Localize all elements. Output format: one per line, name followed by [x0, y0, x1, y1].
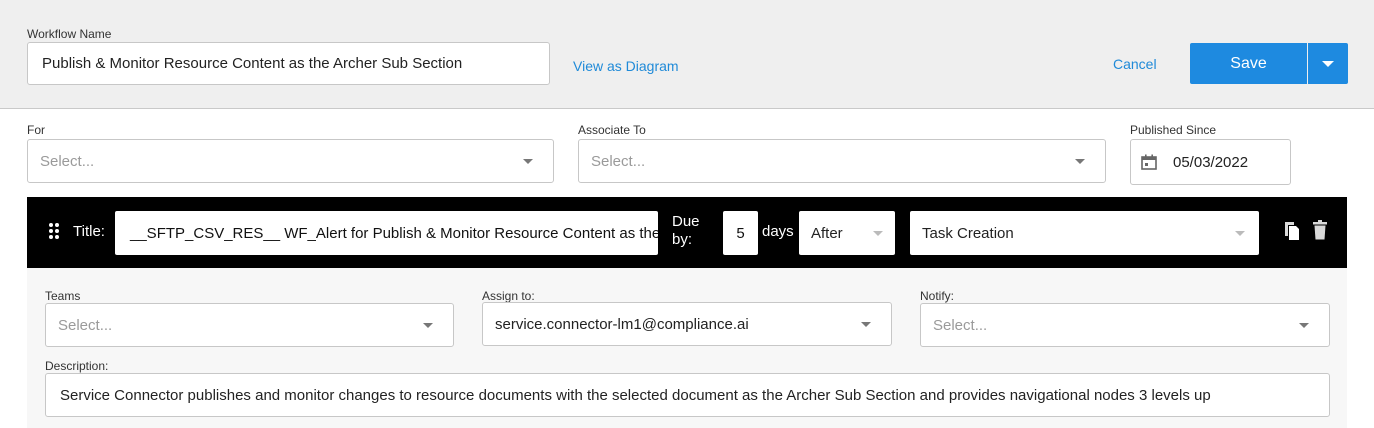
save-options-dropdown-button[interactable] — [1308, 43, 1348, 84]
published-since-date-input[interactable]: 05/03/2022 — [1130, 139, 1291, 185]
for-select-placeholder: Select... — [40, 152, 95, 170]
caret-down-icon — [1075, 158, 1085, 164]
for-select[interactable]: Select... — [27, 139, 554, 183]
workflow-name-input[interactable]: Publish & Monitor Resource Content as th… — [27, 42, 550, 85]
caret-down-icon — [423, 322, 433, 328]
notify-select[interactable]: Select... — [920, 303, 1330, 347]
task-title-value: __SFTP_CSV_RES__ WF_Alert for Publish & … — [130, 224, 658, 242]
notify-placeholder: Select... — [933, 316, 988, 334]
teams-placeholder: Select... — [58, 316, 113, 334]
caret-down-icon — [1235, 230, 1245, 236]
published-since-label: Published Since — [1130, 123, 1217, 137]
assign-to-select[interactable]: service.connector-lm1@compliance.ai — [482, 302, 892, 346]
assign-to-value: service.connector-lm1@compliance.ai — [495, 315, 749, 333]
due-label-line-1: Due — [672, 213, 700, 230]
teams-select[interactable]: Select... — [45, 303, 454, 347]
due-trigger-value: Task Creation — [922, 224, 1014, 242]
chevron-down-icon — [1322, 60, 1334, 67]
due-label-line-2: by: — [672, 231, 693, 248]
caret-down-icon — [861, 321, 871, 327]
published-since-value: 05/03/2022 — [1173, 153, 1249, 171]
due-relation-select[interactable]: After — [799, 211, 895, 255]
caret-down-icon — [873, 230, 883, 236]
days-label: days — [762, 223, 794, 240]
task-header-bar: Title: __SFTP_CSV_RES__ WF_Alert for Pub… — [27, 197, 1347, 268]
due-days-value: 5 — [736, 224, 745, 242]
cancel-link[interactable]: Cancel — [1113, 56, 1157, 72]
due-relation-value: After — [811, 224, 843, 242]
notify-label: Notify: — [920, 289, 955, 303]
caret-down-icon — [1299, 322, 1309, 328]
description-value: Service Connector publishes and monitor … — [60, 386, 1211, 404]
drag-handle-icon[interactable] — [48, 222, 60, 240]
due-by-label: Due by: — [672, 213, 700, 249]
description-input[interactable]: Service Connector publishes and monitor … — [45, 373, 1330, 417]
associate-to-select[interactable]: Select... — [578, 139, 1106, 183]
associate-to-placeholder: Select... — [591, 152, 646, 170]
caret-down-icon — [523, 158, 533, 164]
description-label: Description: — [45, 359, 109, 373]
associate-to-label: Associate To — [578, 123, 646, 137]
workflow-name-value: Publish & Monitor Resource Content as th… — [42, 55, 463, 72]
due-trigger-select[interactable]: Task Creation — [910, 211, 1259, 255]
for-label: For — [27, 123, 45, 137]
save-button-label: Save — [1230, 54, 1267, 72]
view-as-diagram-link[interactable]: View as Diagram — [573, 58, 679, 74]
task-title-label: Title: — [73, 223, 105, 240]
save-button[interactable]: Save — [1190, 43, 1307, 84]
task-title-input[interactable]: __SFTP_CSV_RES__ WF_Alert for Publish & … — [115, 211, 658, 255]
workflow-name-label: Workflow Name — [27, 27, 112, 41]
copy-icon[interactable] — [1284, 221, 1300, 241]
teams-label: Teams — [45, 289, 81, 303]
trash-icon[interactable] — [1312, 220, 1328, 240]
assign-to-label: Assign to: — [482, 289, 535, 303]
calendar-icon — [1141, 154, 1157, 170]
due-days-input[interactable]: 5 — [723, 211, 758, 255]
